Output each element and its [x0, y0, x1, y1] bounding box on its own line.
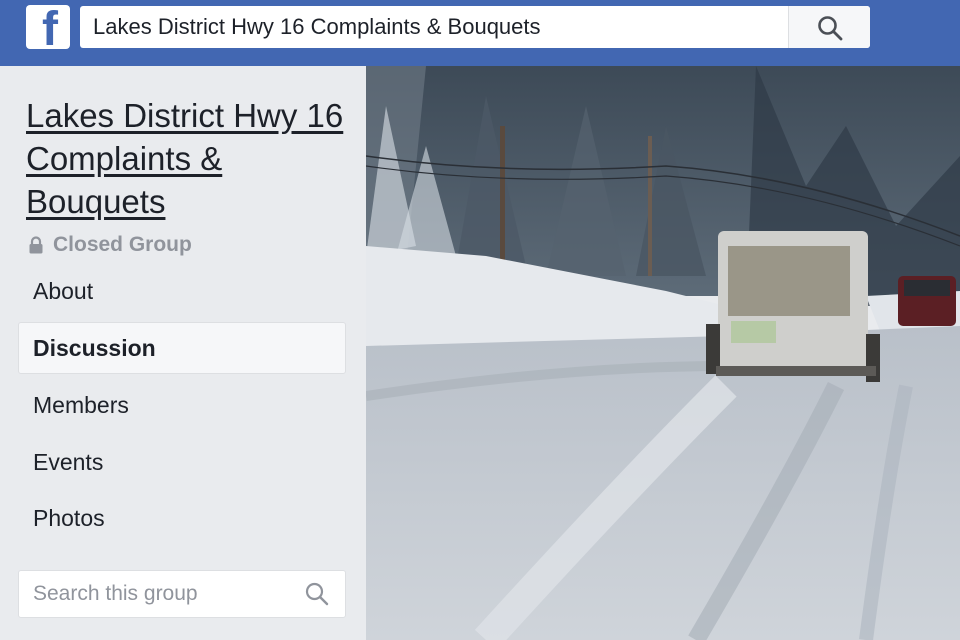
search-icon [818, 16, 843, 41]
cover-photo-image [366, 66, 960, 640]
global-search-bar[interactable]: Lakes District Hwy 16 Complaints & Bouqu… [80, 6, 870, 48]
top-bar: f Lakes District Hwy 16 Complaints & Bou… [0, 0, 960, 66]
group-title[interactable]: Lakes District Hwy 16 Complaints & Bouqu… [26, 94, 346, 223]
nav-item-about[interactable]: About [18, 265, 346, 317]
group-search-box [18, 570, 346, 618]
search-button[interactable] [788, 6, 870, 48]
privacy-label: Closed Group [53, 233, 192, 256]
facebook-f-icon[interactable]: f [26, 5, 70, 49]
global-search-input[interactable]: Lakes District Hwy 16 Complaints & Bouqu… [93, 6, 541, 48]
nav-item-photos[interactable]: Photos [18, 492, 346, 544]
group-sidebar: Lakes District Hwy 16 Complaints & Bouqu… [0, 66, 366, 640]
nav-item-discussion[interactable]: Discussion [18, 322, 346, 374]
group-privacy-status: Closed Group [29, 232, 192, 258]
nav-item-events[interactable]: Events [18, 436, 346, 488]
lock-icon [29, 236, 43, 254]
group-search-input[interactable] [19, 571, 299, 617]
search-icon[interactable] [305, 582, 329, 606]
nav-item-members[interactable]: Members [18, 379, 346, 431]
cover-photo[interactable] [366, 66, 960, 640]
